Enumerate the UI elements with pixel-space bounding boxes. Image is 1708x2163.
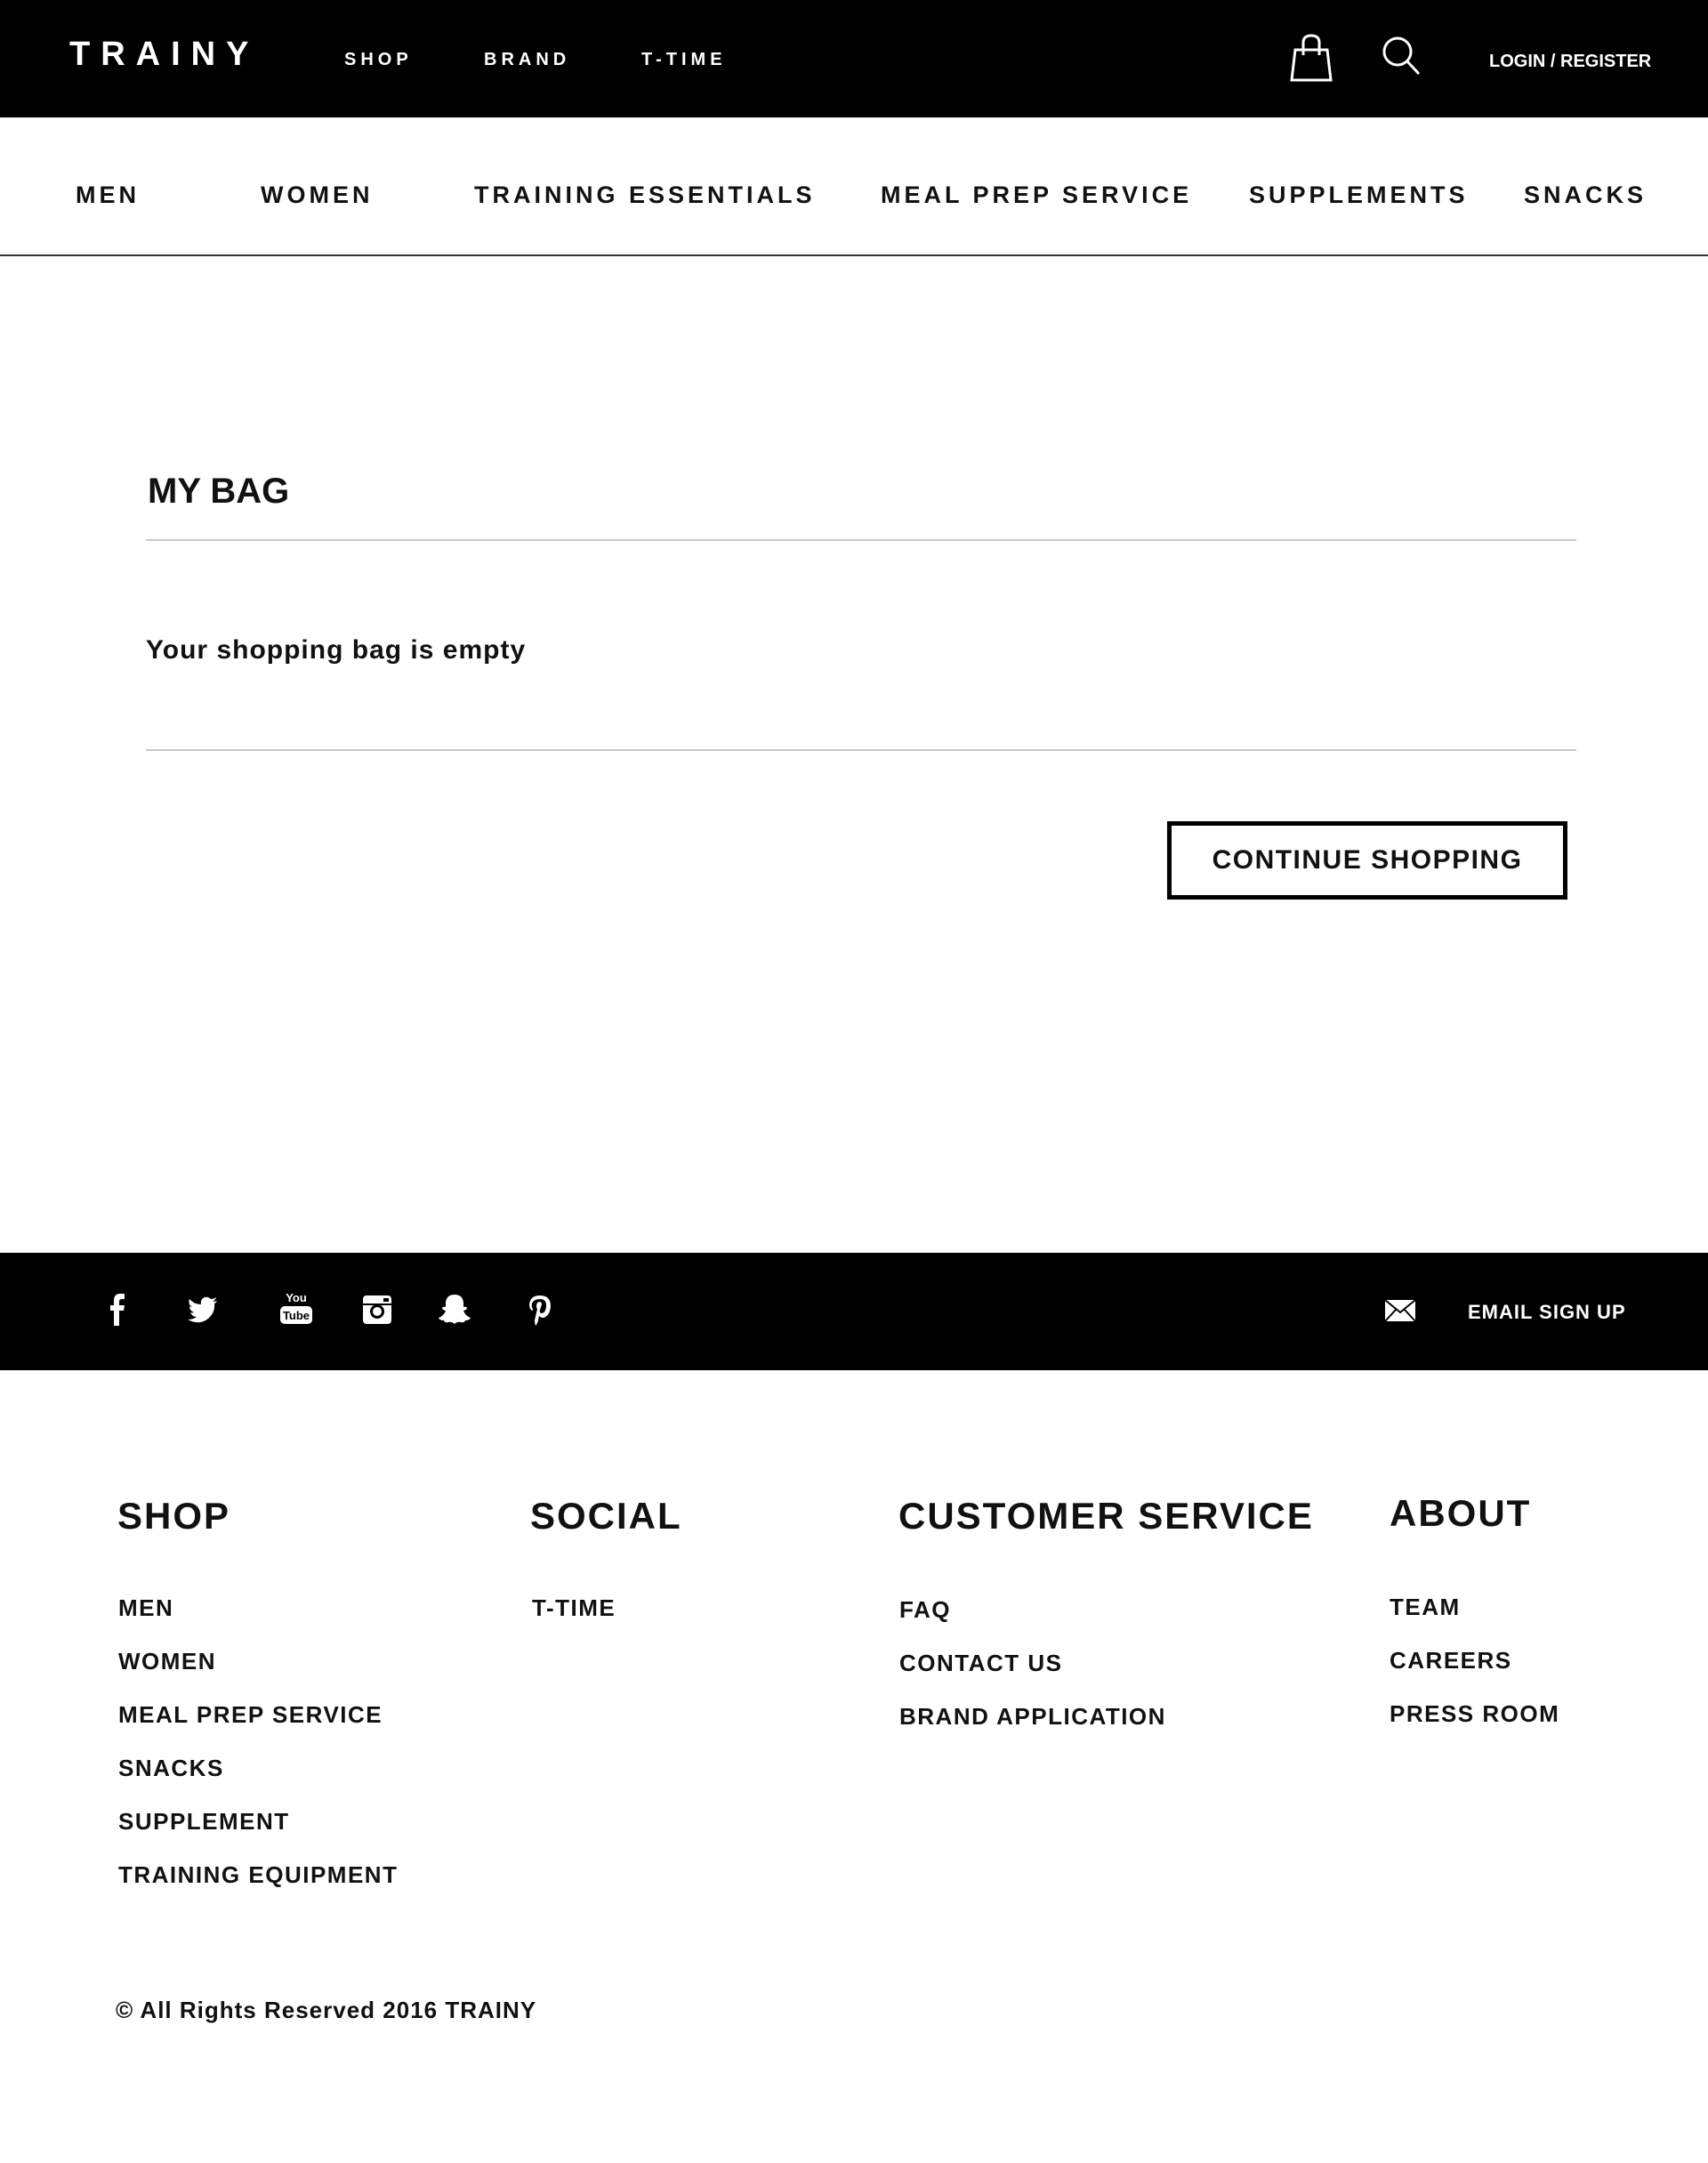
category-snacks[interactable]: SNACKS xyxy=(1524,182,1647,209)
page-title: MY BAG xyxy=(148,472,290,511)
footer-link-t-time[interactable]: T-TIME xyxy=(532,1594,616,1622)
footer-link-meal-prep-service[interactable]: MEAL PREP SERVICE xyxy=(118,1701,383,1729)
youtube-icon[interactable]: You Tube xyxy=(277,1288,316,1328)
footer-heading-shop: SHOP xyxy=(117,1495,231,1537)
footer-link-press-room[interactable]: PRESS ROOM xyxy=(1390,1700,1559,1728)
category-supplements[interactable]: SUPPLEMENTS xyxy=(1249,182,1469,209)
footer-link-careers[interactable]: CAREERS xyxy=(1390,1647,1512,1675)
top-header: TRAINY SHOP BRAND T-TIME LOGIN / REGISTE… xyxy=(0,0,1708,117)
nav-brand[interactable]: BRAND xyxy=(484,50,570,70)
category-women[interactable]: WOMEN xyxy=(261,182,373,209)
category-nav: MEN WOMEN TRAINING ESSENTIALS MEAL PREP … xyxy=(0,117,1708,256)
email-signup-link[interactable]: EMAIL SIGN UP xyxy=(1468,1301,1626,1324)
svg-text:Tube: Tube xyxy=(283,1309,310,1322)
instagram-icon[interactable] xyxy=(359,1292,395,1328)
footer-link-faq[interactable]: FAQ xyxy=(899,1596,951,1624)
nav-t-time[interactable]: T-TIME xyxy=(641,50,727,70)
social-bar: You Tube EMAIL SIGN UP xyxy=(0,1253,1708,1370)
footer-link-training-equipment[interactable]: TRAINING EQUIPMENT xyxy=(118,1861,398,1889)
copyright-text: © All Rights Reserved 2016 TRAINY xyxy=(116,1997,537,2023)
category-men[interactable]: MEN xyxy=(76,182,140,209)
nav-shop[interactable]: SHOP xyxy=(344,50,413,70)
search-icon[interactable] xyxy=(1382,36,1421,77)
pinterest-icon[interactable] xyxy=(521,1292,557,1328)
svg-text:You: You xyxy=(286,1291,307,1304)
shopping-bag-icon[interactable] xyxy=(1290,34,1333,82)
category-meal-prep-service[interactable]: MEAL PREP SERVICE xyxy=(881,182,1192,209)
footer-link-men[interactable]: MEN xyxy=(118,1594,173,1622)
continue-shopping-button[interactable]: CONTINUE SHOPPING xyxy=(1167,821,1567,900)
footer-link-team[interactable]: TEAM xyxy=(1390,1594,1461,1621)
empty-bag-message: Your shopping bag is empty xyxy=(146,635,527,665)
footer-heading-about: ABOUT xyxy=(1390,1492,1532,1534)
divider xyxy=(146,749,1576,751)
login-register-link[interactable]: LOGIN / REGISTER xyxy=(1489,52,1651,72)
mail-icon[interactable] xyxy=(1384,1299,1416,1322)
category-training-essentials[interactable]: TRAINING ESSENTIALS xyxy=(474,182,816,209)
footer-link-supplement[interactable]: SUPPLEMENT xyxy=(118,1808,290,1836)
footer-link-snacks[interactable]: SNACKS xyxy=(118,1755,224,1782)
site-logo[interactable]: TRAINY xyxy=(69,36,259,74)
twitter-icon[interactable] xyxy=(185,1292,221,1328)
footer-link-brand-application[interactable]: BRAND APPLICATION xyxy=(899,1703,1166,1731)
footer-heading-customer-service: CUSTOMER SERVICE xyxy=(898,1495,1314,1537)
footer-heading-social: SOCIAL xyxy=(530,1495,682,1537)
facebook-icon[interactable] xyxy=(100,1292,135,1328)
footer-link-contact-us[interactable]: CONTACT US xyxy=(899,1650,1063,1677)
snapchat-icon[interactable] xyxy=(437,1292,472,1328)
footer-link-women[interactable]: WOMEN xyxy=(118,1648,216,1675)
divider xyxy=(146,539,1576,541)
